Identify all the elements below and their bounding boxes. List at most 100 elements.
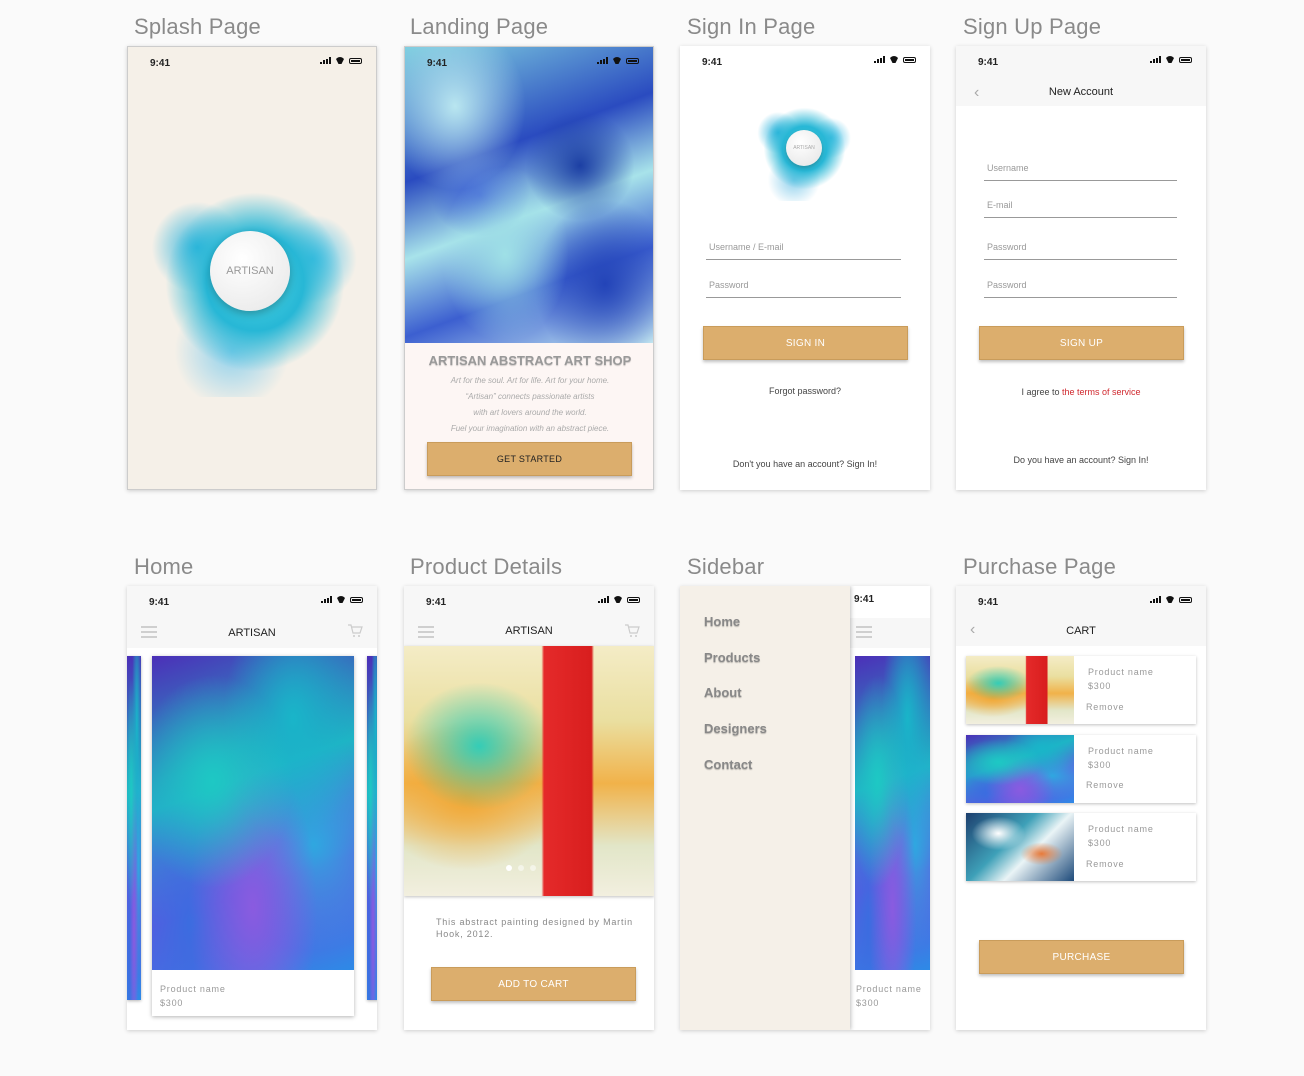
cart-title: CART [1066,625,1096,637]
underlying-navbar [850,618,930,648]
status-bar: 9:41 [680,46,930,78]
page-dot-active[interactable] [506,865,512,871]
remove-link[interactable]: Remove [1086,780,1124,790]
cart-icon[interactable] [624,624,640,638]
section-title-signup: Sign Up Page [963,14,1102,39]
carousel-card-prev[interactable] [127,656,141,1000]
home-navbar: ARTISAN [127,618,377,648]
landing-title: ARTISAN ABSTRACT ART SHOP [428,353,632,368]
battery-icon [350,596,363,603]
product-name: Product name [160,984,226,994]
signup-screen: 9:41 ‹ New Account Username E-mail Passw… [956,46,1206,490]
signin-logo: ARTISAN [786,130,822,166]
sidebar-item-contact[interactable]: Contact [704,757,752,772]
sign-in-button[interactable]: SIGN IN [703,326,908,360]
username-email-input[interactable]: Username / E-mail [706,238,901,260]
purchase-button[interactable]: PURCHASE [979,940,1184,974]
menu-icon[interactable] [856,626,872,641]
cart-icon[interactable] [347,624,363,638]
signup-prompt-link[interactable]: Don't you have an account? Sign In! [680,459,930,469]
status-bar: 9:41 [404,586,654,618]
image-pagination[interactable] [506,865,536,871]
product-price: $300 [856,998,880,1008]
sidebar-screen: 9:41 Product name $300 Home Products Abo… [680,586,930,1030]
add-to-cart-button[interactable]: ADD TO CART [431,967,636,1001]
section-title-splash: Splash Page [134,14,261,39]
tagline-line: “Artisan” connects passionate artists [465,392,595,401]
product-hero-image[interactable] [404,646,654,896]
signal-icon [598,596,609,603]
back-arrow-icon[interactable]: ‹ [970,621,975,639]
get-started-button[interactable]: GET STARTED [427,442,632,476]
product-card[interactable]: Product name $300 [152,656,354,1016]
tagline-line: Art for the soul. Art for life. Art for … [450,376,610,385]
cart-item-name: Product name [1088,746,1154,756]
menu-icon[interactable] [141,626,157,641]
sidebar-drawer: Home Products About Designers Contact [680,586,850,1030]
landing-screen: 9:41 ARTISAN ABSTRACT ART SHOP Art for t… [404,46,654,490]
home-title: ARTISAN [228,627,276,639]
wifi-icon [335,57,345,64]
status-time: 9:41 [150,58,171,69]
signal-icon [321,596,332,603]
signup-title: New Account [1048,86,1114,98]
signup-navbar: ‹ New Account [956,78,1206,106]
status-time: 9:41 [978,597,999,608]
home-screen: 9:41 ARTISAN Product name $300 [127,586,377,1030]
wifi-icon [889,56,899,63]
username-input[interactable]: Username [984,159,1177,181]
remove-link[interactable]: Remove [1086,859,1124,869]
product-title: ARTISAN [505,625,553,637]
signal-icon [1150,56,1161,63]
landing-hero-image [405,47,653,343]
wifi-icon [613,596,623,603]
signal-icon [874,56,885,63]
battery-icon [349,57,362,64]
landing-tagline: Art for the soul. Art for life. Art for … [405,373,653,437]
status-time: 9:41 [702,57,723,68]
sidebar-item-products[interactable]: Products [704,650,760,665]
terms-link[interactable]: the terms of service [1062,387,1141,397]
cart-item-price: $300 [1088,681,1112,691]
section-title-purchase: Purchase Page [963,554,1117,579]
battery-icon [626,57,639,64]
password-input[interactable]: Password [984,238,1177,260]
password-input[interactable]: Password [706,276,901,298]
signin-prompt-link[interactable]: Do you have an account? Sign In! [956,455,1206,465]
sign-up-button[interactable]: SIGN UP [979,326,1184,360]
sidebar-item-home[interactable]: Home [704,614,740,629]
page-dot[interactable] [530,865,536,871]
cart-item-name: Product name [1088,824,1154,834]
cart-item-thumbnail [966,656,1074,724]
status-time: 9:41 [149,597,170,608]
sidebar-item-designers[interactable]: Designers [704,721,767,736]
carousel-card-next[interactable] [367,656,377,1000]
terms-prefix: I agree to [1021,387,1062,397]
menu-icon[interactable] [418,626,434,641]
status-bar: 9:41 [405,47,653,79]
status-time: 9:41 [426,597,447,608]
splash-logo: ARTISAN [210,231,290,311]
signal-icon [597,57,608,64]
confirm-password-input[interactable]: Password [984,276,1177,298]
cart-item-thumbnail [966,813,1074,881]
wifi-icon [336,596,346,603]
cart-item: Product name $300 Remove [966,813,1196,881]
sidebar-item-about[interactable]: About [704,685,742,700]
email-input[interactable]: E-mail [984,196,1177,218]
back-arrow-icon[interactable]: ‹ [974,84,979,102]
signin-screen: 9:41 ARTISAN Username / E-mail Password … [680,46,930,490]
section-title-landing: Landing Page [410,14,549,39]
status-bar: 9:41 [127,586,377,618]
battery-icon [627,596,640,603]
page-dot[interactable] [518,865,524,871]
product-navbar: ARTISAN [404,618,654,646]
forgot-password-link[interactable]: Forgot password? [680,386,930,396]
status-bar: 9:41 [956,46,1206,78]
product-image [152,656,354,970]
wifi-icon [612,57,622,64]
section-title-signin: Sign In Page [687,14,816,39]
product-name: Product name [856,984,922,994]
signal-icon [320,57,331,64]
remove-link[interactable]: Remove [1086,702,1124,712]
